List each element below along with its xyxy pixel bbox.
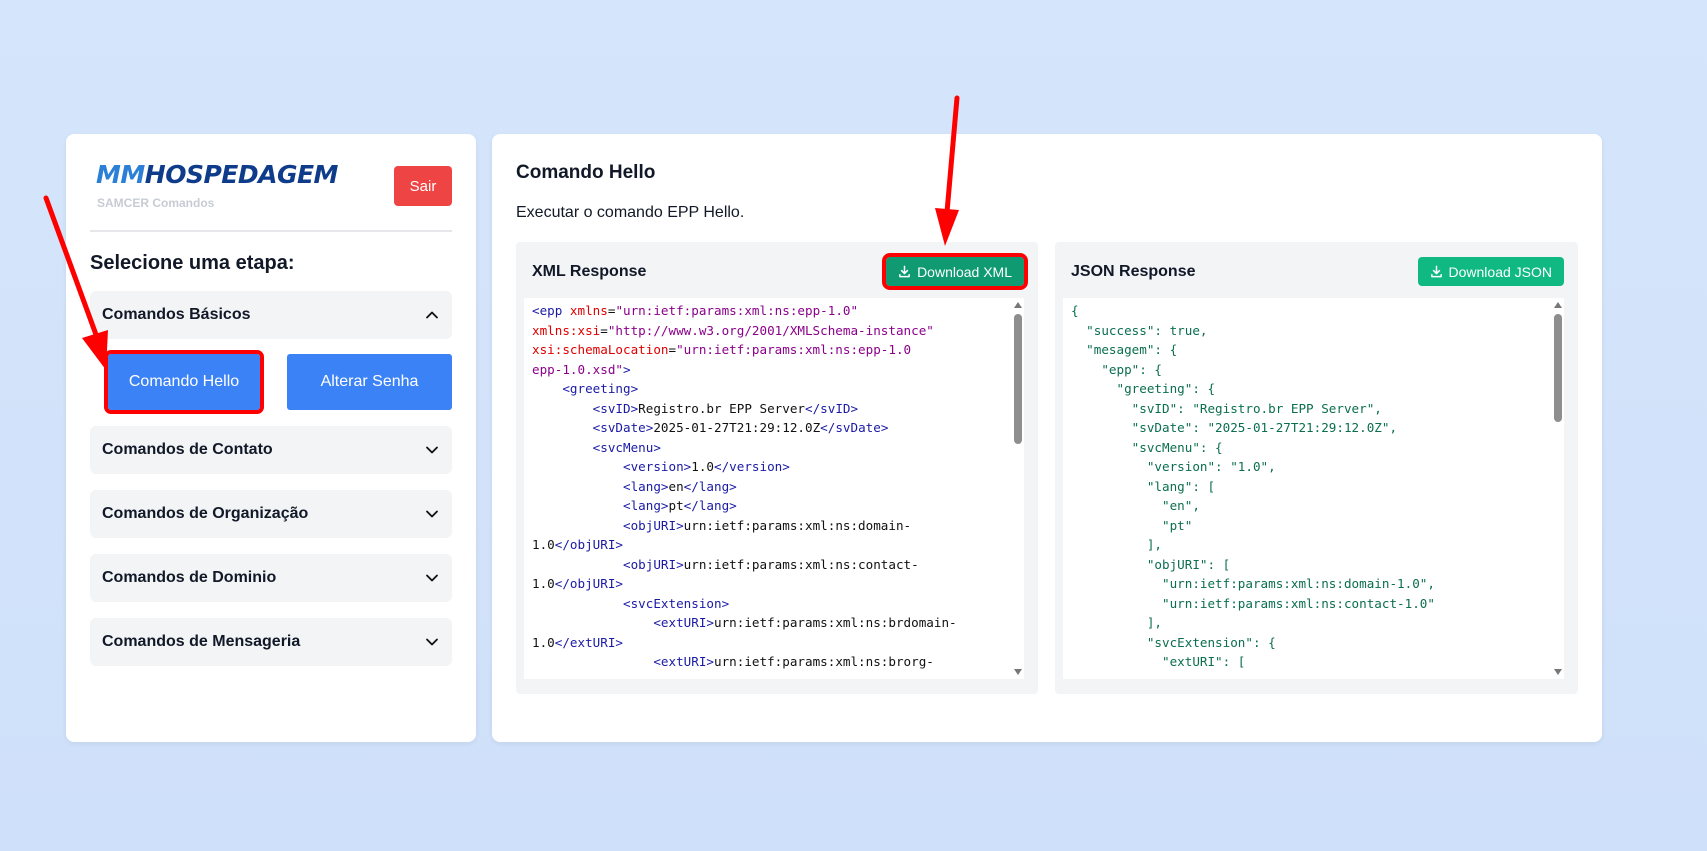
xml-code-line: <lang>pt</lang> <box>623 498 737 513</box>
accordion-label: Comandos de Contato <box>102 441 273 458</box>
download-icon <box>899 265 910 278</box>
download-json-label: Download JSON <box>1448 263 1553 280</box>
scroll-down-arrow-icon[interactable] <box>1014 669 1022 675</box>
sidebar-card: MMHOSPEDAGEM SAMCER Comandos Sair Seleci… <box>66 134 476 742</box>
xml-scrollbar[interactable] <box>1012 298 1024 679</box>
json-code-line: "svDate": "2025-01-27T21:29:12.0Z", <box>1071 420 1398 435</box>
xml-code-line: <extURI>urn:ietf:params:xml:ns:brdomain- <box>653 615 957 630</box>
json-code-line: "lang": [ <box>1071 478 1216 494</box>
brand-subtitle: SAMCER Comandos <box>97 196 215 210</box>
scroll-down-arrow-icon[interactable] <box>1554 669 1562 675</box>
xml-response-panel: XML Response Download XML <epp xmlns="ur… <box>516 242 1038 694</box>
json-code-line: "svID": "Registro.br EPP Server", <box>1071 400 1382 416</box>
scrollbar-thumb[interactable] <box>1014 314 1022 444</box>
json-code-line: "svcMenu": { <box>1071 439 1223 455</box>
json-code-line: "en", <box>1071 498 1200 513</box>
json-scrollbar[interactable] <box>1552 298 1564 679</box>
xml-code-line: 1.0</extURI> <box>532 634 623 650</box>
download-json-button[interactable]: Download JSON <box>1417 257 1564 286</box>
logout-button[interactable]: Sair <box>394 166 452 206</box>
accordion-label: Comandos de Organização <box>102 505 309 522</box>
xml-code-line: <svDate>2025-01-27T21:29:12.0Z</svDate> <box>592 420 889 435</box>
xml-code-line: <svcMenu> <box>592 439 661 455</box>
alterar-senha-button[interactable]: Alterar Senha <box>287 354 452 410</box>
xml-code-line: <svID>Registro.br EPP Server</svID> <box>592 400 859 416</box>
divider <box>90 230 452 232</box>
json-code-line: "extURI": [ <box>1071 654 1246 669</box>
json-code-line: "svcExtension": { <box>1071 634 1276 650</box>
chevron-up-icon <box>426 311 438 319</box>
accordion-comandos-basicos[interactable]: Comandos Básicos <box>90 291 452 339</box>
accordion-label: Comandos de Mensageria <box>102 633 301 650</box>
xml-code-line: xsi:schemaLocation="urn:ietf:params:xml:… <box>532 342 912 357</box>
scroll-up-arrow-icon[interactable] <box>1554 302 1562 308</box>
step-select-title: Selecione uma etapa: <box>90 252 295 274</box>
xml-code-line: <objURI>urn:ietf:params:xml:ns:domain- <box>623 517 912 533</box>
scroll-up-arrow-icon[interactable] <box>1014 302 1022 308</box>
json-response-panel: JSON Response Download JSON { "success":… <box>1055 242 1578 694</box>
json-response-title: JSON Response <box>1071 263 1196 280</box>
xml-code-view[interactable]: <epp xmlns="urn:ietf:params:xml:ns:epp-1… <box>524 298 1014 679</box>
json-code-line: "mesagem": { <box>1071 342 1178 357</box>
chevron-down-icon <box>426 638 438 646</box>
json-code-view[interactable]: { "success": true, "mesagem": { "epp": {… <box>1063 298 1554 679</box>
page-title: Comando Hello <box>516 162 656 183</box>
json-code-line: ], <box>1071 615 1162 630</box>
xml-code-line: epp-1.0.xsd"> <box>532 361 631 377</box>
scrollbar-thumb[interactable] <box>1554 314 1562 422</box>
json-code-line: "urn:ietf:params:xml:ns:contact-1.0" <box>1071 595 1435 611</box>
xml-code-line: <version>1.0</version> <box>623 459 790 474</box>
accordion-comandos-contato[interactable]: Comandos de Contato <box>90 426 452 474</box>
accordion-comandos-dominio[interactable]: Comandos de Dominio <box>90 554 452 602</box>
brand-logo: MMHOSPEDAGEM <box>96 160 338 189</box>
xml-code-line: <epp xmlns="urn:ietf:params:xml:ns:epp-1… <box>532 303 859 318</box>
page-description: Executar o comando EPP Hello. <box>516 204 745 221</box>
chevron-down-icon <box>426 446 438 454</box>
xml-code-line: <extURI>urn:ietf:params:xml:ns:brorg- <box>653 654 934 669</box>
accordion-label: Comandos Básicos <box>102 306 251 323</box>
json-code-line: "objURI": [ <box>1071 556 1231 572</box>
accordion-comandos-mensageria[interactable]: Comandos de Mensageria <box>90 618 452 666</box>
json-code-line: "version": "1.0", <box>1071 459 1276 474</box>
json-code-line: { <box>1071 303 1079 318</box>
xml-code-line: 1.0</objURI> <box>532 537 623 552</box>
xml-code-line: <svcExtension> <box>623 595 730 611</box>
json-code-line: "pt" <box>1071 517 1193 533</box>
xml-code-line: <greeting> <box>562 381 639 396</box>
download-xml-label: Download XML <box>917 263 1012 280</box>
accordion-label: Comandos de Dominio <box>102 569 277 586</box>
json-code-line: "epp": { <box>1071 361 1162 377</box>
xml-response-title: XML Response <box>532 263 647 280</box>
xml-code-line: <lang>en</lang> <box>623 478 737 494</box>
json-code-line: "greeting": { <box>1071 381 1216 396</box>
json-code-line: ], <box>1071 537 1162 552</box>
main-card: Comando Hello Executar o comando EPP Hel… <box>492 134 1602 742</box>
accordion-comandos-organizacao[interactable]: Comandos de Organização <box>90 490 452 538</box>
download-xml-button[interactable]: Download XML <box>882 253 1028 290</box>
comando-hello-button[interactable]: Comando Hello <box>104 350 264 414</box>
json-code-line: "urn:ietf:params:xml:ns:domain-1.0", <box>1071 576 1435 591</box>
chevron-down-icon <box>426 510 438 518</box>
chevron-down-icon <box>426 574 438 582</box>
xml-code-line: <objURI>urn:ietf:params:xml:ns:contact- <box>623 556 919 572</box>
json-code-line: "success": true, <box>1071 322 1208 338</box>
xml-code-line: 1.0</objURI> <box>532 576 623 591</box>
download-icon <box>1430 265 1442 278</box>
xml-code-line: xmlns:xsi="http://www.w3.org/2001/XMLSch… <box>532 322 934 338</box>
